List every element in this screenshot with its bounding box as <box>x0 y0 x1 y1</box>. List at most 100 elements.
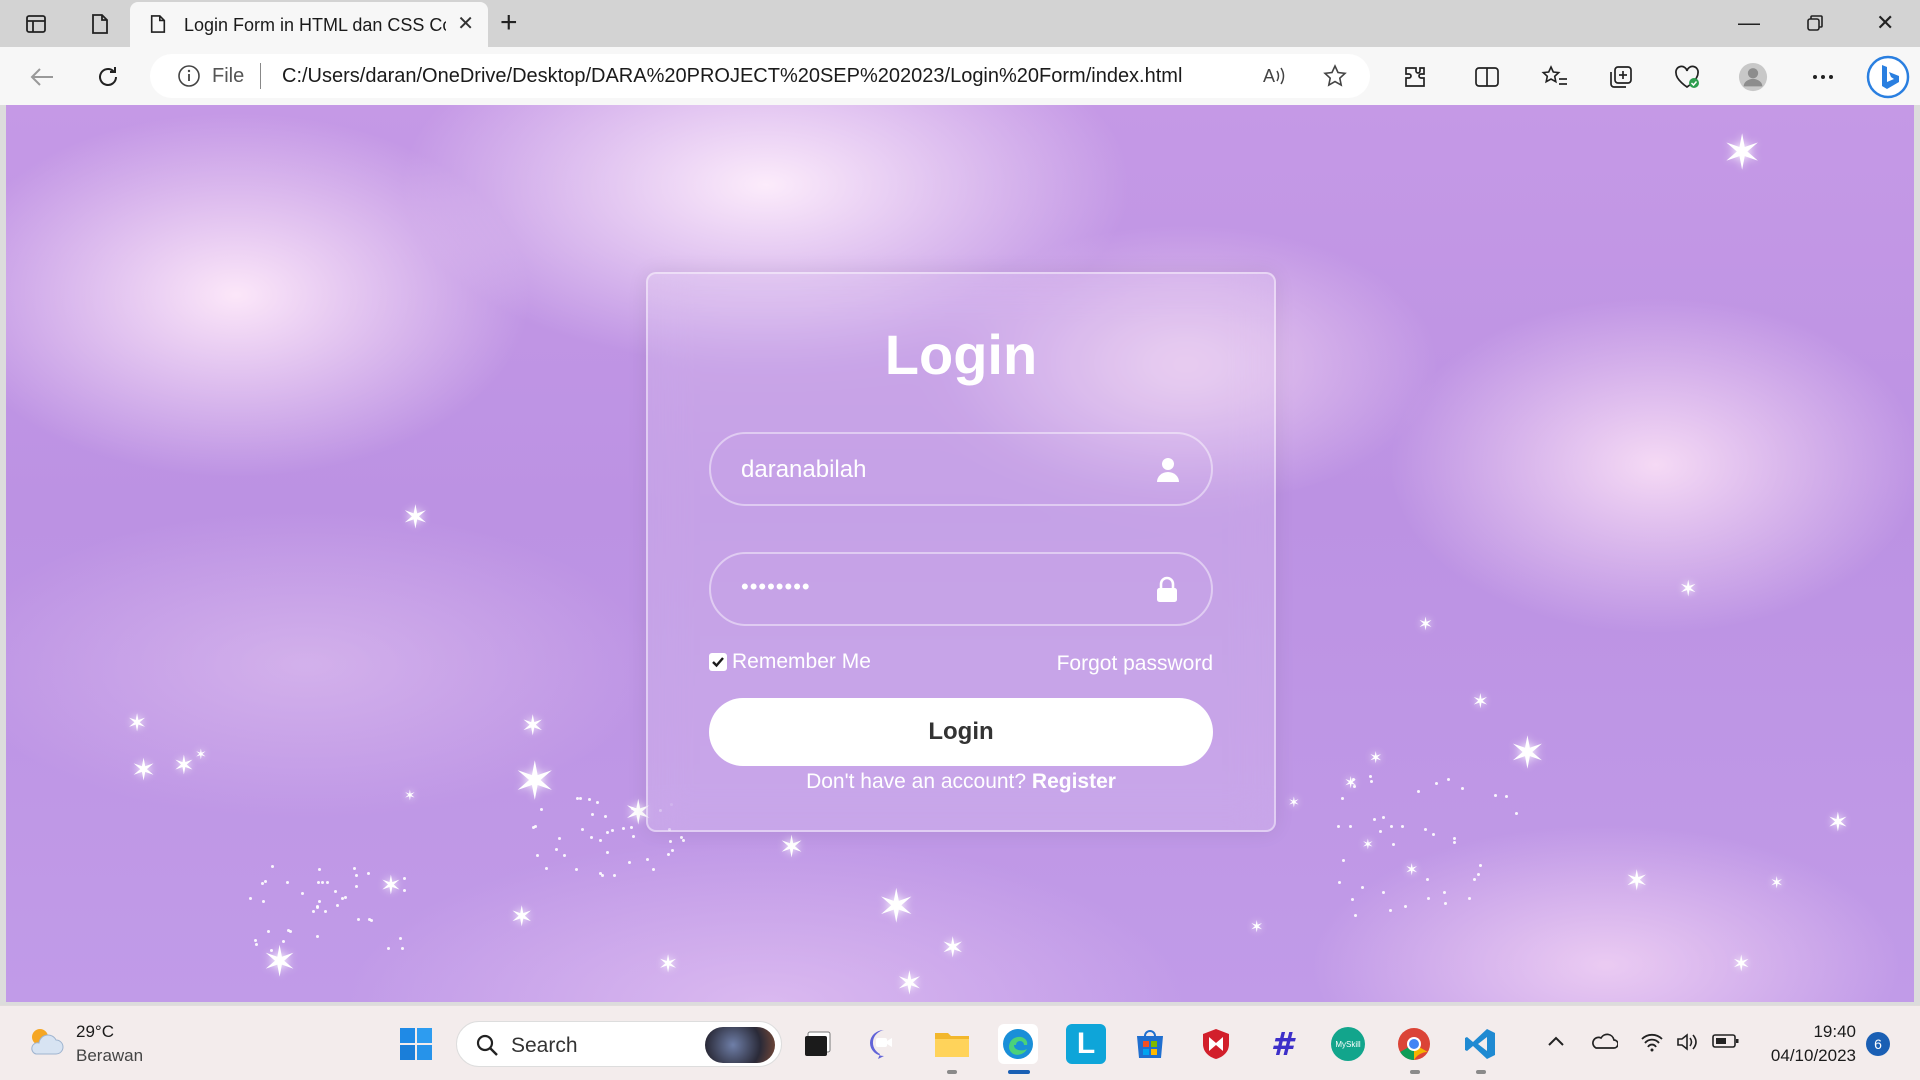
glitter-dot <box>613 874 617 878</box>
password-input[interactable]: •••••••• <box>709 552 1213 626</box>
glitter-dot <box>1423 827 1427 831</box>
sparkle-icon: ✶ <box>1509 729 1546 778</box>
glitter-dot <box>286 928 290 932</box>
read-aloud-icon[interactable]: A <box>1260 61 1290 91</box>
new-tab-icon[interactable]: + <box>500 8 518 38</box>
antivirus-icon[interactable] <box>1196 1024 1236 1064</box>
restore-icon[interactable] <box>1806 8 1824 40</box>
url-field[interactable]: File C:/Users/daran/OneDrive/Desktop/DAR… <box>150 54 1370 98</box>
vscode-icon[interactable] <box>1460 1024 1500 1064</box>
glitter-dot <box>352 866 356 870</box>
glitter-dot <box>679 836 683 840</box>
glitter-dot <box>261 899 265 903</box>
wifi-icon[interactable] <box>1640 1032 1664 1057</box>
glitter-dot <box>317 899 321 903</box>
glitter-dot <box>535 854 539 858</box>
active-tab[interactable]: Login Form in HTML dan CSS Co ✕ <box>130 2 488 47</box>
login-button[interactable]: Login <box>709 698 1213 766</box>
glitter-dot <box>1381 891 1385 895</box>
edge-icon[interactable] <box>998 1024 1038 1064</box>
glitter-dot <box>321 881 325 885</box>
glitter-dot <box>1431 833 1435 837</box>
glitter-dot <box>315 904 319 908</box>
glitter-dot <box>356 918 360 922</box>
taskbar-search[interactable]: Search <box>456 1021 782 1067</box>
login-title: Login <box>884 323 1038 386</box>
weather-description[interactable]: Berawan <box>76 1046 143 1066</box>
active-indicator <box>1008 1070 1030 1074</box>
back-icon[interactable] <box>26 61 58 93</box>
sparkle-icon: ✶ <box>513 753 557 811</box>
sparkle-icon: ✶ <box>195 746 207 762</box>
running-indicator <box>1410 1070 1420 1074</box>
glitter-dot <box>300 891 304 895</box>
l-app-icon[interactable]: L <box>1066 1024 1106 1064</box>
clock-date[interactable]: 04/10/2023 <box>1760 1046 1856 1066</box>
minimize-icon[interactable]: — <box>1738 8 1760 38</box>
glitter-dot <box>281 939 285 943</box>
running-indicator <box>947 1070 957 1074</box>
split-screen-icon[interactable] <box>1472 62 1502 92</box>
collections-icon[interactable] <box>1606 62 1636 92</box>
glitter-dot <box>1479 864 1483 868</box>
more-icon[interactable] <box>1808 62 1838 92</box>
weather-temperature[interactable]: 29°C <box>76 1022 114 1042</box>
glitter-dot <box>1337 880 1341 884</box>
tab-actions-icon[interactable] <box>86 10 114 38</box>
glitter-dot <box>400 947 404 951</box>
teams-chat-icon[interactable] <box>864 1024 904 1064</box>
hashtag-app-icon[interactable]: # <box>1262 1024 1302 1064</box>
chevron-up-icon[interactable] <box>1546 1032 1566 1053</box>
sparkle-icon: ✶ <box>1405 862 1419 879</box>
sparkle-icon: ✶ <box>658 951 679 978</box>
file-explorer-icon[interactable] <box>932 1024 972 1064</box>
glitter-dot <box>386 947 390 951</box>
browser-essentials-icon[interactable] <box>1672 62 1702 92</box>
glitter-dot <box>1416 790 1420 794</box>
glitter-dot <box>333 889 337 893</box>
volume-icon[interactable] <box>1676 1032 1700 1057</box>
weather-icon[interactable] <box>26 1024 66 1060</box>
start-icon[interactable] <box>396 1024 436 1064</box>
close-icon[interactable]: ✕ <box>457 14 474 34</box>
glitter-dot <box>254 939 258 943</box>
refresh-icon[interactable] <box>92 61 124 93</box>
sparkle-icon: ✶ <box>510 901 534 932</box>
battery-icon[interactable] <box>1712 1032 1740 1055</box>
microsoft-store-icon[interactable] <box>1130 1024 1170 1064</box>
glitter-dot <box>367 871 371 875</box>
close-window-icon[interactable]: ✕ <box>1876 8 1894 38</box>
onedrive-icon[interactable] <box>1590 1032 1619 1055</box>
myskill-icon[interactable]: MySkill <box>1328 1024 1368 1064</box>
info-icon[interactable] <box>174 61 204 91</box>
svg-text:MySkill: MySkill <box>1335 1040 1361 1049</box>
register-link[interactable]: Register <box>1032 770 1116 793</box>
clock-time[interactable]: 19:40 <box>1808 1022 1856 1042</box>
favorites-icon[interactable] <box>1540 62 1570 92</box>
favorite-icon[interactable] <box>1320 61 1350 91</box>
task-view-icon[interactable] <box>798 1024 838 1064</box>
chrome-icon[interactable] <box>1394 1024 1434 1064</box>
glitter-dot <box>1389 908 1393 912</box>
glitter-dot <box>621 826 625 830</box>
bing-icon[interactable] <box>1866 55 1910 99</box>
remember-checkbox[interactable] <box>709 653 727 671</box>
taskbar: 29°C Berawan Search L # MySkill 19:40 04… <box>0 1005 1920 1080</box>
glitter-dot <box>563 854 567 858</box>
profile-icon[interactable] <box>1738 62 1768 92</box>
sparkle-icon: ✶ <box>1250 919 1264 936</box>
glitter-dot <box>555 847 559 851</box>
glitter-dot <box>1460 787 1464 791</box>
glitter-dot <box>603 815 607 819</box>
glitter-dot <box>534 824 538 828</box>
sparkle-icon: ✶ <box>1344 775 1358 792</box>
page-background: ✶ ✶ ✶ ✶ ✶ ✶ ✶ ✶ ✶ ✶ ✶ ✶ ✶ ✶ ✶ ✶ ✶ ✶ ✶ ✶ ✶ ✶ ✶ ✶ ✶ ✶ ✶ ✶ ✶ ✶ ✶ ✶ Login d… <box>6 105 1914 1002</box>
notification-badge[interactable]: 6 <box>1866 1032 1890 1056</box>
sidebar-icon[interactable] <box>22 10 50 38</box>
glitter-dot <box>588 797 592 801</box>
sparkle-icon: ✶ <box>262 938 298 985</box>
forgot-password-link[interactable]: Forgot password <box>1057 652 1213 676</box>
extensions-icon[interactable] <box>1400 62 1430 92</box>
glitter-dot <box>1389 825 1393 829</box>
username-input[interactable]: daranabilah <box>709 432 1213 506</box>
